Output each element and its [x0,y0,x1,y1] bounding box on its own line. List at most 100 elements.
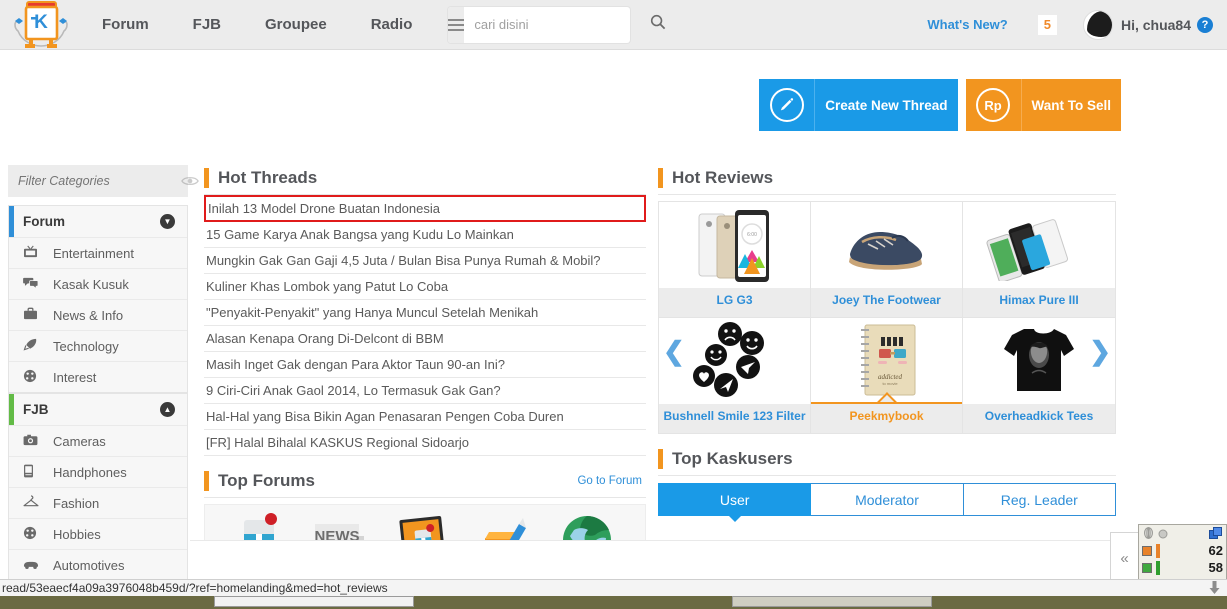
review-name: Bushnell Smile 123 Filter [659,404,810,433]
review-card-peekmybook[interactable]: addicted to movie Peekmybook [811,318,963,433]
sidebar-item-interest[interactable]: Interest [9,361,187,392]
nav-item-forum[interactable]: Forum [80,0,171,50]
sidebar-item-technology[interactable]: Technology [9,330,187,361]
sidebar-item-automotives[interactable]: Automotives [9,549,187,580]
filter-categories-input[interactable] [18,174,181,188]
help-icon[interactable]: ? [1197,16,1213,33]
create-new-thread-label: Create New Thread [815,79,958,131]
sidebar-item-label: Hobbies [53,526,101,542]
kaskuser-tabs: User Moderator Reg. Leader [658,483,1116,522]
sidebar-group-fjb: FJB ▲ Cameras Handphones Fashion Hobbies… [8,393,188,581]
tab-moderator[interactable]: Moderator [811,483,964,516]
taskbar-spacer [418,596,728,607]
whats-new-link[interactable]: What's New? [927,17,1007,32]
review-card-joey-the-footwear[interactable]: Joey The Footwear [811,202,963,318]
review-card-lg-g3[interactable]: 6:00 LG G3 [659,202,811,318]
review-name: Peekmybook [811,404,962,433]
pencil-icon [759,79,816,131]
section-tick [204,168,209,188]
eye-icon[interactable] [181,174,199,188]
sidebar-item-label: Interest [53,369,97,385]
chevron-left-icon[interactable]: ❮ [663,338,685,364]
review-thumb-notebook: addicted to movie [811,318,962,404]
hanger-icon [23,495,53,511]
sidebar-item-kasak-kusuk[interactable]: Kasak Kusuk [9,268,187,299]
sidebar-item-label: News & Info [53,307,124,323]
thread-item[interactable]: 15 Game Karya Anak Bangsa yang Kudu Lo M… [204,222,646,248]
top-kaskusers-title: Top Kaskusers [658,446,1116,476]
briefcase-icon [23,307,53,323]
nav-item-radio[interactable]: Radio [349,0,435,50]
nav-item-fjb[interactable]: FJB [171,0,243,50]
chevron-double-left-icon: « [1120,549,1129,567]
sidebar-item-news-info[interactable]: News & Info [9,299,187,330]
sidebar-item-hobbies[interactable]: Hobbies [9,518,187,549]
os-taskbar [0,596,1227,609]
chevron-down-icon[interactable]: ▼ [160,214,175,229]
thread-item[interactable]: 9 Ciri-Ciri Anak Gaol 2014, Lo Termasuk … [204,378,646,404]
top-forums-title: Top Forums Go to Forum [204,468,646,498]
tab-reg-leader[interactable]: Reg. Leader [963,483,1116,516]
hamburger-icon[interactable] [448,6,465,43]
group-accent-bar [9,206,14,237]
palette-icon [23,369,53,386]
browser-window: K Forum FJB Groupee Radio What's New? [0,0,1227,609]
center-column: Hot Threads Inilah 13 Model Drone Buatan… [204,165,646,562]
tv-icon [23,245,53,261]
svg-text:6:00: 6:00 [747,232,757,238]
sidebar-item-fashion[interactable]: Fashion [9,487,187,518]
search-icon[interactable] [650,14,666,35]
search-container [448,6,666,43]
hot-reviews-title: Hot Reviews [658,165,1116,195]
upload-square-icon [1142,545,1152,556]
side-panel-collapse-button[interactable]: « [1110,532,1138,584]
review-card-himax-pure-iii[interactable]: Himax Pure III [963,202,1115,318]
want-to-sell-button[interactable]: Rp Want To Sell [965,79,1121,131]
sidebar-item-entertainment[interactable]: Entertainment [9,237,187,268]
sidebar-item-cameras[interactable]: Cameras [9,425,187,456]
upload-bar-icon [1156,543,1160,558]
thread-item[interactable]: Hal-Hal yang Bisa Bikin Agan Penasaran P… [204,404,646,430]
section-tick [204,471,209,491]
svg-text:to movie: to movie [882,381,898,386]
rupiah-icon: Rp [965,79,1022,131]
taskbar-button[interactable] [732,596,932,607]
thread-item[interactable]: Alasan Kenapa Orang Di-Delcont di BBM [204,326,646,352]
sidebar-group-header-forum[interactable]: Forum ▼ [9,205,187,237]
chevron-up-icon[interactable]: ▲ [160,402,175,417]
network-monitor-widget[interactable]: 62 58 [1138,524,1227,582]
camera-icon [23,434,53,449]
avatar[interactable] [1082,9,1113,40]
tab-user[interactable]: User [658,483,812,522]
car-icon [23,558,53,573]
network-download-row: 58 [1139,559,1226,576]
username-label[interactable]: Hi, chua84 [1121,17,1191,33]
sidebar-item-handphones[interactable]: Handphones [9,456,187,487]
download-bar-icon [1156,560,1160,575]
sidebar-group-title-forum: Forum [23,214,65,229]
sidebar-item-label: Technology [53,338,119,354]
header-user-area: What's New? 5 Hi, chua84 ? [927,0,1227,50]
thread-item[interactable]: Masih Inget Gak dengan Para Aktor Taun 9… [204,352,646,378]
phone-icon [23,464,53,481]
notification-badge[interactable]: 5 [1037,14,1058,35]
nav-item-groupee[interactable]: Groupee [243,0,349,50]
sidebar-group-header-fjb[interactable]: FJB ▲ [9,393,187,425]
go-to-forum-link[interactable]: Go to Forum [577,475,646,487]
logo-container[interactable]: K [0,0,80,50]
search-input[interactable] [464,17,651,32]
thread-item[interactable]: "Penyakit-Penyakit" yang Hanya Muncul Se… [204,300,646,326]
thread-item[interactable]: [FR] Halal Bihalal KASKUS Regional Sidoa… [204,430,646,456]
chevron-right-icon[interactable]: ❯ [1089,338,1111,364]
thread-item[interactable]: Mungkin Gak Gan Gaji 4,5 Juta / Bulan Bi… [204,248,646,274]
thread-item-highlighted[interactable]: Inilah 13 Model Drone Buatan Indonesia [204,195,646,222]
sidebar-group-forum: Forum ▼ Entertainment Kasak Kusuk News &… [8,205,188,393]
hot-threads-heading: Hot Threads [218,167,318,187]
network-globe-icon [1144,527,1153,539]
taskbar-button[interactable] [214,596,414,607]
create-new-thread-button[interactable]: Create New Thread [759,79,958,131]
thread-item[interactable]: Kuliner Khas Lombok yang Patut Lo Coba [204,274,646,300]
arrow-down-icon[interactable] [1206,579,1223,596]
rocket-icon [23,338,53,355]
top-kaskusers-heading: Top Kaskusers [672,448,793,468]
